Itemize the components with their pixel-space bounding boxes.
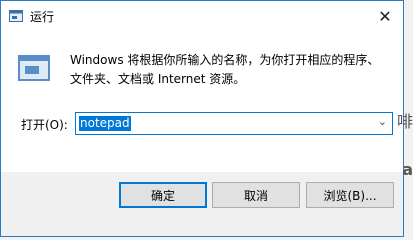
window-title: 运行 [30,10,55,24]
description-line-2: 文件夹、文档或 Internet 资源。 [70,72,246,86]
run-dialog-icon [18,55,50,81]
close-icon: ✕ [378,6,392,26]
dialog-description: Windows 将根据你所输入的名称，为你打开相应的程序、 文件夹、文档或 In… [70,51,390,89]
command-input[interactable]: notepad [79,116,131,131]
close-button[interactable]: ✕ [375,6,395,26]
browse-button[interactable]: 浏览(B)... [306,182,394,208]
open-label: 打开(O): [21,118,68,132]
run-app-icon [9,10,23,22]
background-text-fragment: 啡 [396,112,413,131]
chevron-down-icon[interactable]: ⌄ [378,115,387,128]
button-bar: 确定 取消 浏览(B)... [1,172,403,236]
open-combobox[interactable]: notepad ⌄ [75,112,393,135]
description-line-1: Windows 将根据你所输入的名称，为你打开相应的程序、 [70,53,380,67]
run-dialog-window: 运行 ✕ Windows 将根据你所输入的名称，为你打开相应的程序、 文件夹、文… [0,0,404,237]
title-bar[interactable]: 运行 ✕ [1,1,403,32]
background-text-fragment: a [402,160,413,179]
dialog-content: Windows 将根据你所输入的名称，为你打开相应的程序、 文件夹、文档或 In… [1,32,403,172]
cancel-button[interactable]: 取消 [212,182,300,208]
ok-button[interactable]: 确定 [119,182,207,208]
